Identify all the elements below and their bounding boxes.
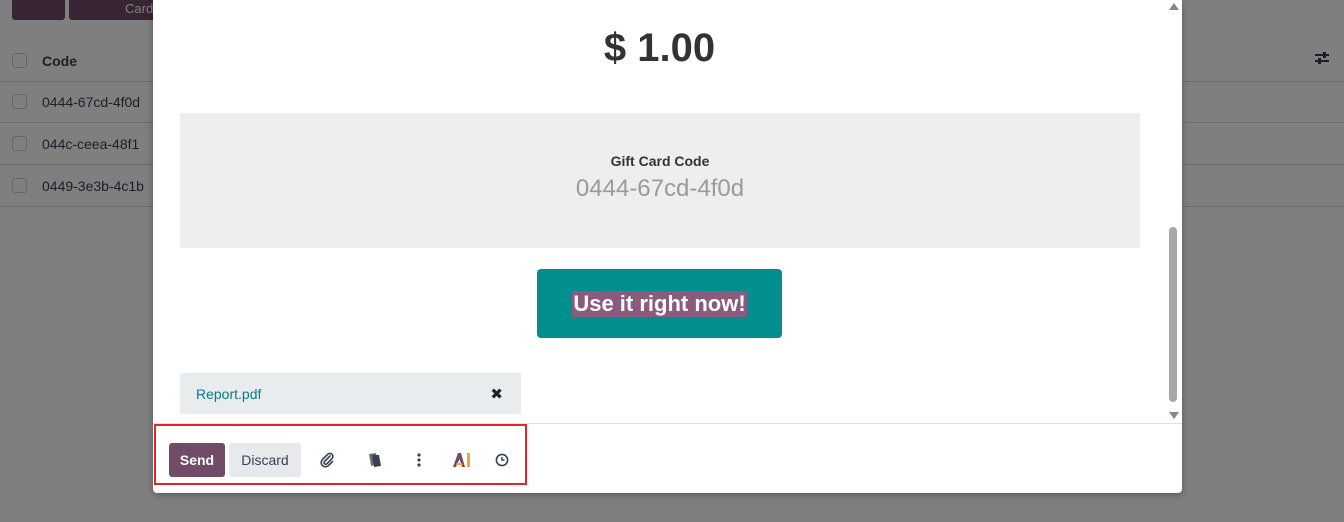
gift-card-code-box: Gift Card Code 0444-67cd-4f0d — [180, 113, 1140, 248]
attachment-filename[interactable]: Report.pdf — [196, 386, 261, 402]
discard-button[interactable]: Discard — [229, 443, 301, 477]
template-icon[interactable] — [360, 443, 388, 477]
scroll-down-arrow-icon[interactable] — [1169, 412, 1179, 419]
gift-card-amount: $ 1.00 — [603, 26, 716, 70]
ai-icon[interactable] — [448, 443, 476, 477]
gift-card-code-label: Gift Card Code — [610, 153, 710, 169]
body-scrollbar[interactable] — [1167, 0, 1180, 423]
remove-attachment-icon[interactable]: ✖ — [490, 385, 503, 403]
use-it-now-button[interactable]: Use it right now! — [537, 269, 782, 338]
scroll-up-arrow-icon[interactable] — [1169, 3, 1179, 10]
gift-card-code-value: 0444-67cd-4f0d — [575, 175, 745, 202]
email-composer-dialog: $ 1.00 Gift Card Code 0444-67cd-4f0d Use… — [153, 0, 1182, 493]
paperclip-icon[interactable] — [313, 443, 341, 477]
more-options-icon[interactable] — [405, 443, 433, 477]
attachment-chip[interactable]: Report.pdf ✖ — [180, 373, 521, 414]
send-button[interactable]: Send — [169, 443, 225, 477]
scrollbar-thumb[interactable] — [1169, 227, 1177, 402]
dialog-footer: Send Discard — [153, 423, 1182, 493]
schedule-icon[interactable] — [488, 443, 516, 477]
email-body[interactable]: $ 1.00 Gift Card Code 0444-67cd-4f0d Use… — [153, 0, 1182, 423]
use-it-now-label: Use it right now! — [572, 290, 747, 317]
